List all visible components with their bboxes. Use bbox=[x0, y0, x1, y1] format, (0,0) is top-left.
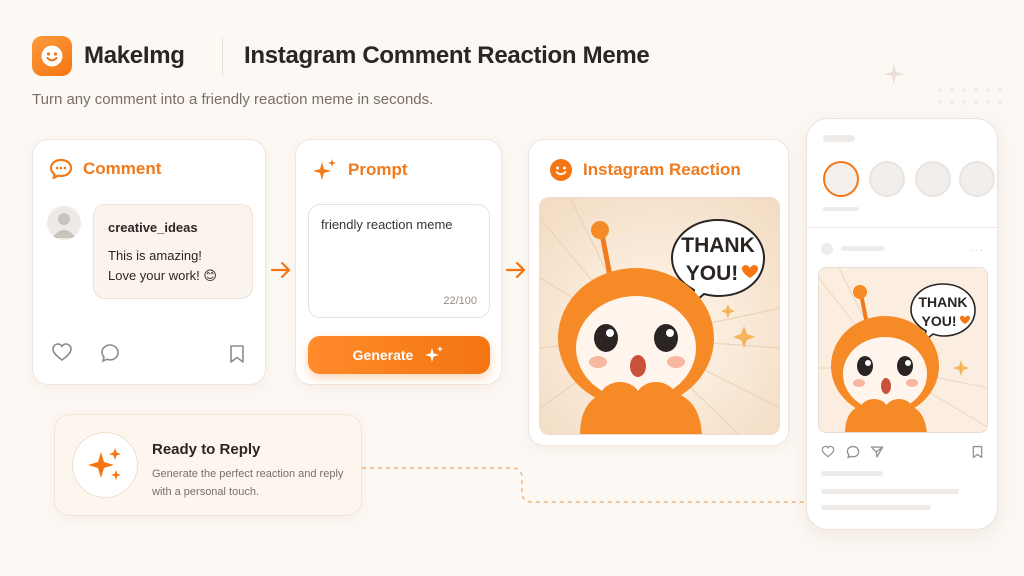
ready-title: Ready to Reply bbox=[152, 441, 261, 458]
heart-icon[interactable] bbox=[51, 342, 73, 362]
post-avatar bbox=[821, 243, 833, 255]
meme-text-line2: YOU! bbox=[686, 262, 739, 285]
prompt-input-value: friendly reaction meme bbox=[321, 217, 453, 232]
user-avatar-icon bbox=[52, 213, 76, 238]
comment-text-line2: Love your work! 😊 bbox=[108, 268, 217, 283]
makeimg-logo bbox=[32, 36, 72, 76]
caption-bar bbox=[821, 489, 959, 494]
caption-bar bbox=[821, 505, 931, 510]
bookmark-icon[interactable] bbox=[229, 344, 245, 364]
comment-card: Comment creative_ideas This is amazing! … bbox=[32, 139, 266, 385]
smile-icon bbox=[550, 159, 572, 181]
bookmark-icon[interactable] bbox=[972, 445, 983, 459]
meme-illustration: THANK YOU! bbox=[540, 198, 779, 434]
brand-name: MakeImg bbox=[84, 42, 185, 69]
sparkle-icon bbox=[88, 448, 121, 480]
story-avatar-active[interactable] bbox=[823, 161, 859, 197]
prompt-input[interactable]: friendly reaction meme 22/100 bbox=[308, 204, 490, 318]
ready-to-reply-card: Ready to Reply Generate the perfect reac… bbox=[54, 414, 362, 516]
comment-card-header: Comment bbox=[49, 158, 161, 180]
arrow-right-icon bbox=[270, 261, 291, 279]
story-avatar[interactable] bbox=[915, 161, 951, 197]
phone-header-bar bbox=[823, 135, 855, 142]
avatar bbox=[47, 206, 81, 240]
comment-username: creative_ideas bbox=[108, 220, 198, 235]
ready-description: Generate the perfect reaction and reply … bbox=[152, 465, 352, 501]
ready-icon-circle bbox=[72, 432, 138, 498]
phone-mockup: ··· THANK YOU! bbox=[806, 118, 998, 530]
meme-illustration-small: THANK YOU! bbox=[819, 268, 987, 432]
phone-meme-text-line1: THANK bbox=[919, 294, 968, 310]
decorative-dots bbox=[884, 64, 1002, 104]
prompt-card-title: Prompt bbox=[348, 160, 408, 179]
post-meme-image[interactable]: THANK YOU! bbox=[818, 267, 988, 433]
story-avatar[interactable] bbox=[869, 161, 905, 197]
reaction-card-title: Instagram Reaction bbox=[583, 160, 741, 179]
generate-button-label: Generate bbox=[352, 347, 414, 363]
reaction-card-header: Instagram Reaction bbox=[549, 158, 741, 182]
phone-meme-text-line2: YOU! bbox=[922, 313, 957, 329]
post-user-bar bbox=[841, 246, 885, 251]
dashed-connector bbox=[362, 467, 806, 503]
meme-image[interactable]: THANK YOU! bbox=[539, 197, 780, 435]
sparkle-icon bbox=[425, 346, 444, 362]
char-counter: 22/100 bbox=[443, 295, 477, 307]
smile-logo-icon bbox=[41, 45, 63, 67]
heart-icon[interactable] bbox=[821, 445, 835, 458]
send-icon[interactable] bbox=[870, 445, 884, 459]
story-avatar[interactable] bbox=[959, 161, 995, 197]
phone-label-bar bbox=[823, 207, 859, 211]
arrow-right-icon bbox=[505, 261, 526, 279]
sparkle-icon bbox=[313, 159, 336, 180]
likes-bar bbox=[821, 471, 883, 476]
prompt-card: Prompt friendly reaction meme 22/100 Gen… bbox=[295, 139, 502, 385]
post-divider bbox=[807, 227, 997, 228]
header-divider bbox=[222, 38, 223, 76]
ready-desc-line1: Generate the perfect reaction and reply bbox=[152, 468, 344, 480]
comment-icon[interactable] bbox=[100, 343, 120, 363]
comment-card-title: Comment bbox=[83, 159, 162, 178]
ready-desc-line2: with a personal touch. bbox=[152, 486, 260, 498]
page-title: Instagram Comment Reaction Meme bbox=[244, 42, 650, 69]
comment-icon[interactable] bbox=[846, 445, 860, 459]
reaction-card: Instagram Reaction THANK YOU! bbox=[528, 139, 789, 446]
chat-bubble-icon bbox=[49, 158, 73, 180]
generate-button[interactable]: Generate bbox=[308, 336, 490, 374]
prompt-card-header: Prompt bbox=[312, 158, 408, 182]
page-subtitle: Turn any comment into a friendly reactio… bbox=[32, 91, 434, 108]
comment-bubble: creative_ideas This is amazing! Love you… bbox=[93, 204, 253, 299]
more-icon[interactable]: ··· bbox=[971, 245, 984, 256]
comment-text-line1: This is amazing! bbox=[108, 248, 202, 263]
meme-text-line1: THANK bbox=[681, 234, 755, 257]
